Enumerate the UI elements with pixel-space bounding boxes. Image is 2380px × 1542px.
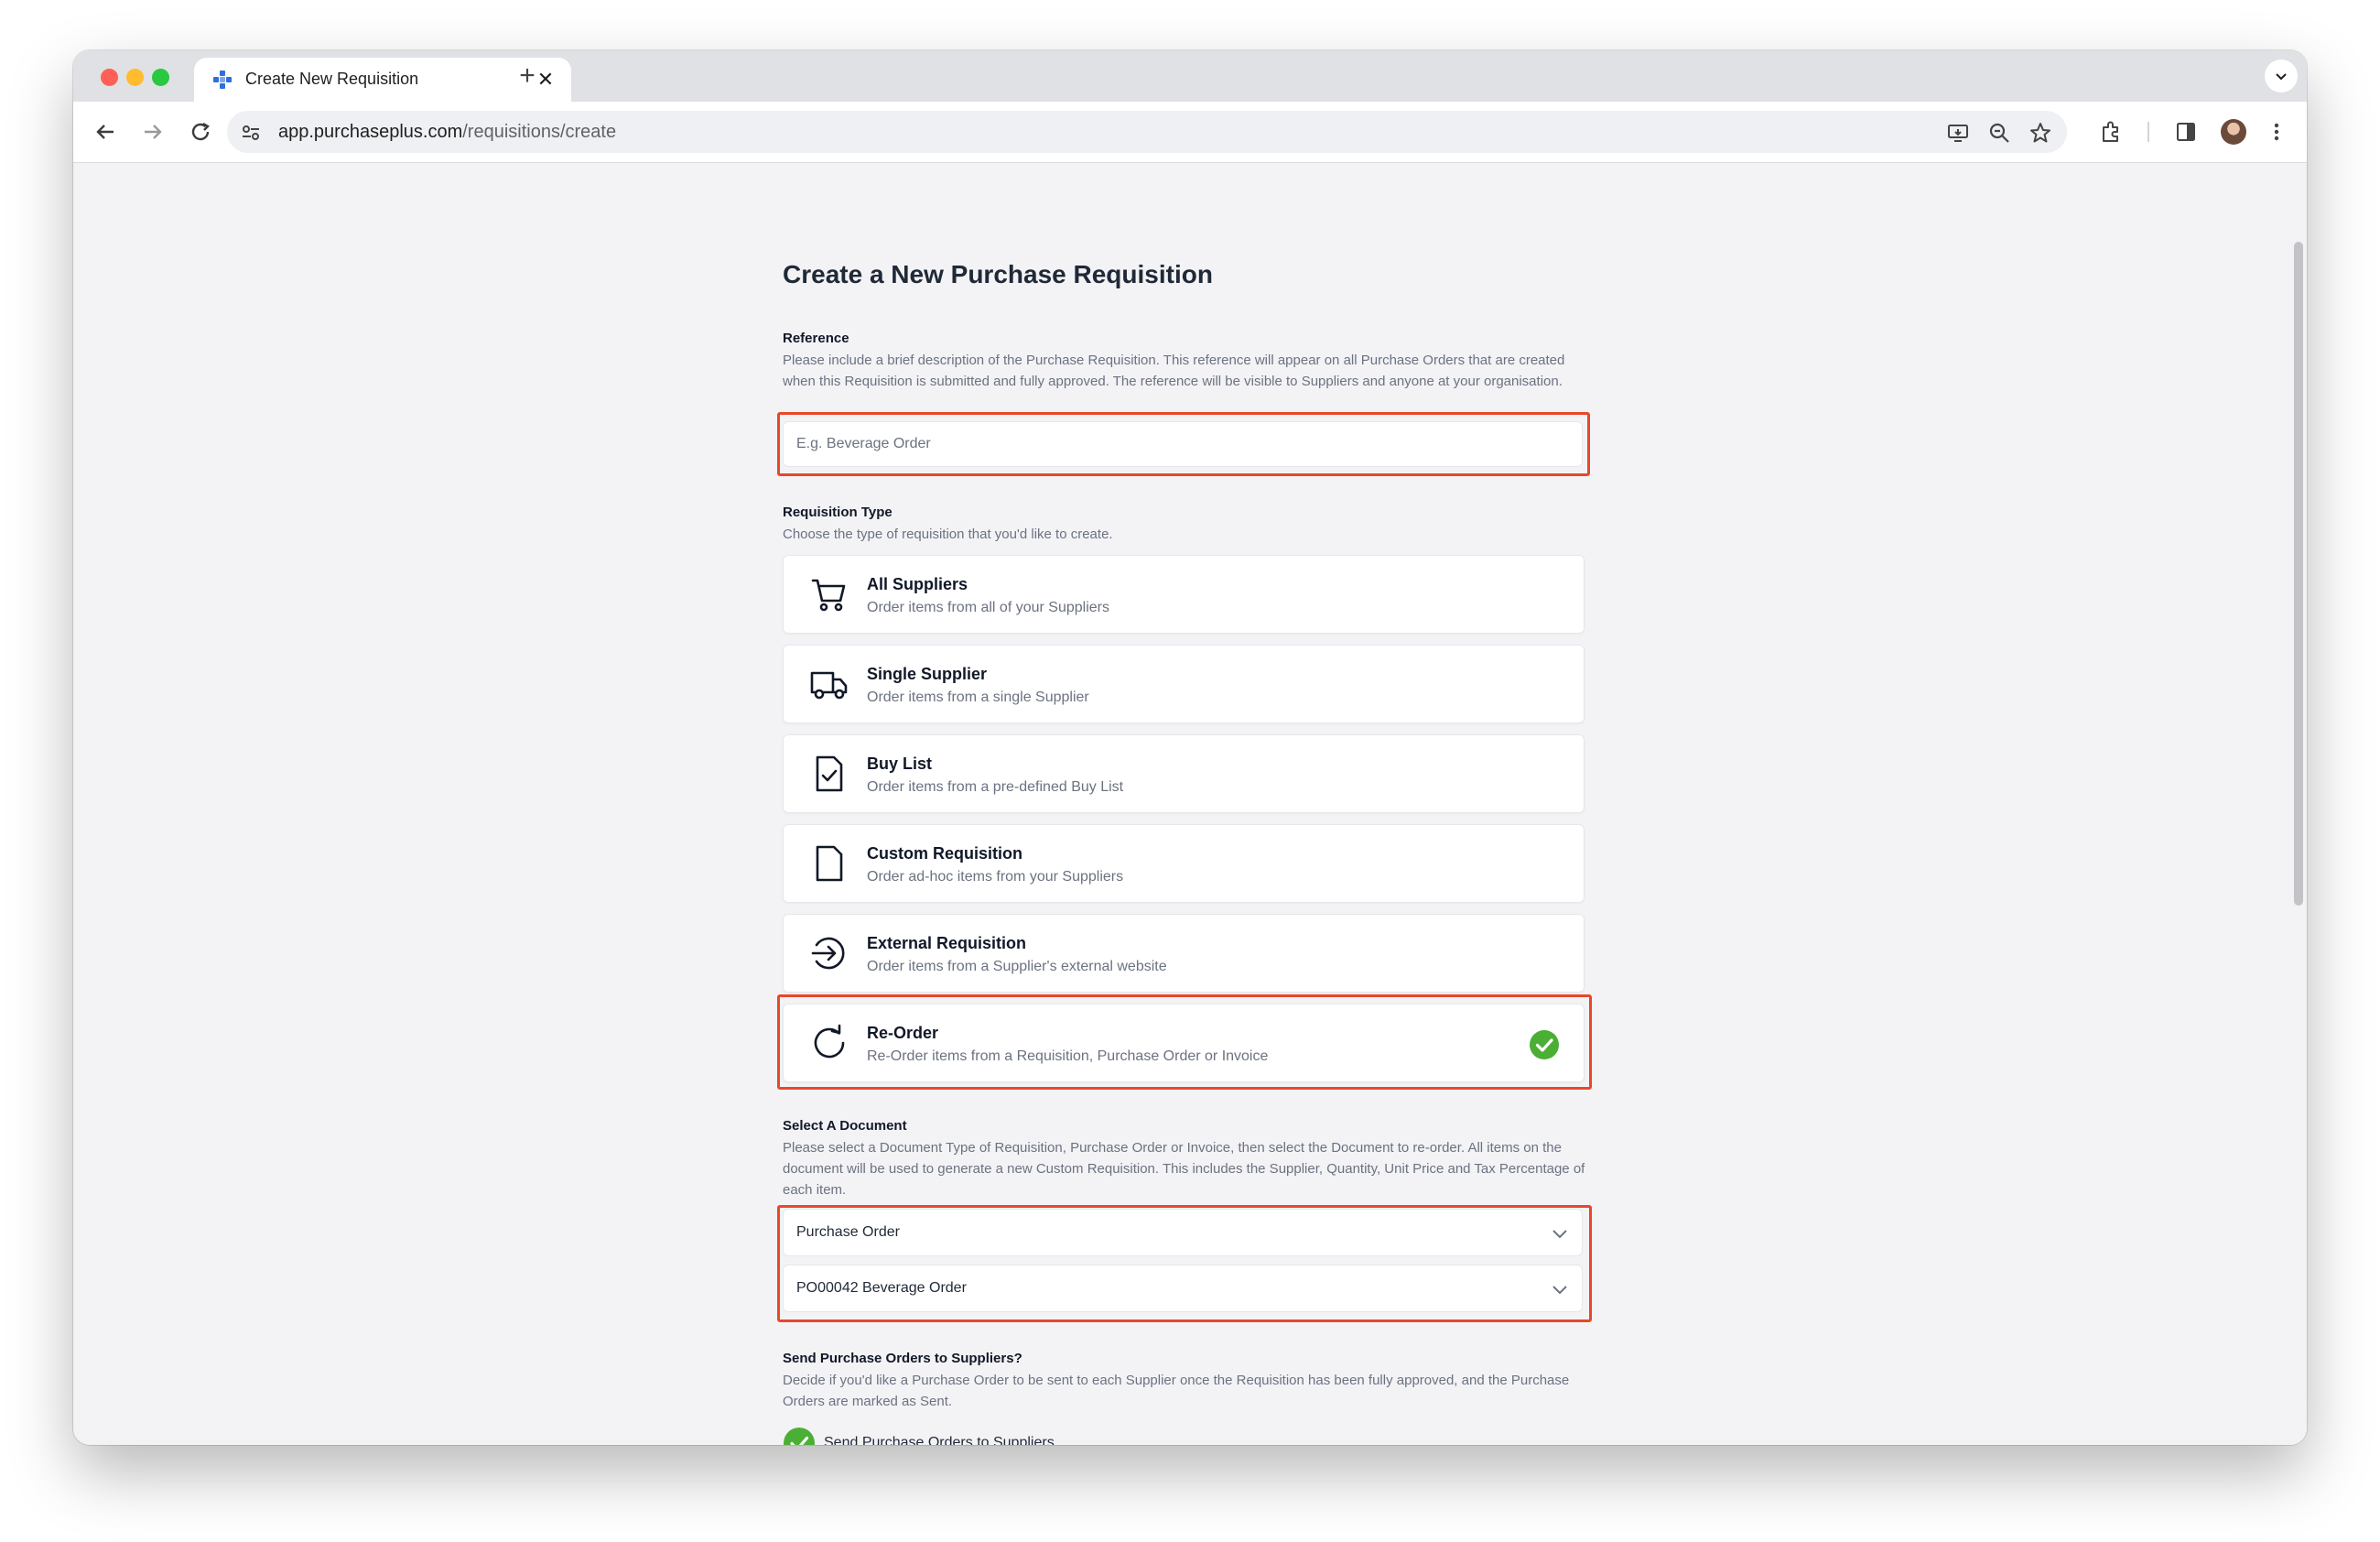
option-subtitle: Re-Order items from a Requisition, Purch…: [867, 1048, 1269, 1064]
requisition-type-description: Choose the type of requisition that you'…: [783, 527, 1113, 542]
purchaseplus-favicon-icon: [213, 71, 232, 89]
browser-window: Create New Requisition ✕ + app.purchasep…: [73, 50, 2307, 1445]
option-external-requisition[interactable]: External Requisition Order items from a …: [783, 914, 1585, 993]
reference-input[interactable]: [783, 421, 1583, 467]
document-type-select[interactable]: Purchase Order: [783, 1209, 1583, 1256]
refresh-icon: [814, 1024, 845, 1059]
option-title: Buy List: [867, 755, 933, 773]
option-subtitle: Order items from a Supplier's external w…: [867, 959, 1167, 974]
truck-icon: [810, 671, 848, 700]
url-text: app.purchaseplus.com/requisitions/create: [278, 122, 616, 143]
option-title: Re-Order: [867, 1024, 939, 1042]
tab-strip: Create New Requisition ✕ +: [73, 50, 2307, 102]
select-document-description: Please select a Document Type of Requisi…: [783, 1140, 1585, 1198]
address-bar[interactable]: app.purchaseplus.com/requisitions/create: [227, 111, 2067, 153]
site-settings-icon[interactable]: [240, 122, 262, 144]
extensions-puzzle-icon[interactable]: [2099, 120, 2123, 144]
page-content: Create a New Purchase Requisition Refere…: [73, 163, 2307, 1445]
chevron-down-icon: [1552, 1230, 1567, 1239]
reference-label: Reference: [783, 331, 849, 346]
document-value: PO00042 Beverage Order: [796, 1280, 967, 1296]
option-re-order[interactable]: Re-Order Re-Order items from a Requisiti…: [783, 1004, 1585, 1082]
arrow-circle-right-icon: [811, 937, 845, 970]
send-orders-label: Send Purchase Orders to Suppliers?: [783, 1351, 1022, 1366]
back-arrow-icon[interactable]: [90, 116, 121, 147]
side-panel-icon[interactable]: [2174, 120, 2198, 144]
bookmark-star-icon[interactable]: [2028, 121, 2052, 145]
tab-title: Create New Requisition: [245, 70, 419, 88]
chevron-down-icon: [2276, 73, 2287, 81]
scrollbar-thumb[interactable]: [2294, 242, 2303, 906]
scrollbar[interactable]: [2290, 163, 2307, 1445]
option-subtitle: Order ad-hoc items from your Suppliers: [867, 869, 1124, 885]
option-custom-requisition[interactable]: Custom Requisition Order ad-hoc items fr…: [783, 824, 1585, 903]
more-menu-icon[interactable]: [2265, 120, 2288, 144]
reload-icon[interactable]: [185, 116, 216, 147]
url-path: /requisitions/create: [462, 122, 617, 142]
option-title: External Requisition: [867, 934, 1027, 952]
blank-document-icon: [816, 845, 843, 882]
option-title: Single Supplier: [867, 665, 988, 683]
url-host: app.purchaseplus.com: [278, 122, 463, 142]
cart-icon: [811, 579, 846, 612]
new-tab-button[interactable]: +: [511, 60, 544, 92]
document-type-value: Purchase Order: [796, 1224, 900, 1240]
minimize-window-button[interactable]: [126, 69, 144, 86]
option-single-supplier[interactable]: Single Supplier Order items from a singl…: [783, 645, 1585, 723]
select-document-label: Select A Document: [783, 1118, 907, 1134]
option-buy-list[interactable]: Buy List Order items from a pre-defined …: [783, 734, 1585, 813]
page-title: Create a New Purchase Requisition: [783, 260, 1213, 288]
option-subtitle: Order items from a single Supplier: [867, 690, 1089, 705]
option-all-suppliers[interactable]: All Suppliers Order items from all of yo…: [783, 555, 1585, 634]
close-window-button[interactable]: [101, 69, 118, 86]
document-check-icon: [816, 755, 843, 792]
zoom-window-button[interactable]: [152, 69, 169, 86]
checked-circle-icon[interactable]: [783, 1427, 816, 1445]
option-title: All Suppliers: [867, 575, 968, 593]
document-select[interactable]: PO00042 Beverage Order: [783, 1265, 1583, 1312]
option-subtitle: Order items from a pre-defined Buy List: [867, 779, 1124, 795]
send-orders-checkbox[interactable]: Send Purchase Orders to Suppliers: [783, 1427, 1094, 1445]
browser-toolbar: app.purchaseplus.com/requisitions/create: [73, 102, 2307, 163]
reference-description: Please include a brief description of th…: [783, 353, 1565, 389]
requisition-type-label: Requisition Type: [783, 505, 892, 520]
zoom-icon[interactable]: [1987, 121, 2011, 145]
tab-search-button[interactable]: [2265, 60, 2298, 92]
profile-avatar[interactable]: [2221, 119, 2246, 145]
send-orders-description: Decide if you'd like a Purchase Order to…: [783, 1373, 1570, 1409]
toolbar-divider: [2147, 122, 2149, 142]
option-subtitle: Order items from all of your Suppliers: [867, 600, 1109, 615]
chevron-down-icon: [1552, 1286, 1567, 1295]
option-title: Custom Requisition: [867, 844, 1022, 863]
install-app-icon[interactable]: [1946, 121, 1970, 145]
send-orders-checkbox-label: Send Purchase Orders to Suppliers: [824, 1435, 1055, 1445]
selected-check-icon: [1530, 1030, 1559, 1059]
forward-arrow-icon[interactable]: [137, 116, 168, 147]
